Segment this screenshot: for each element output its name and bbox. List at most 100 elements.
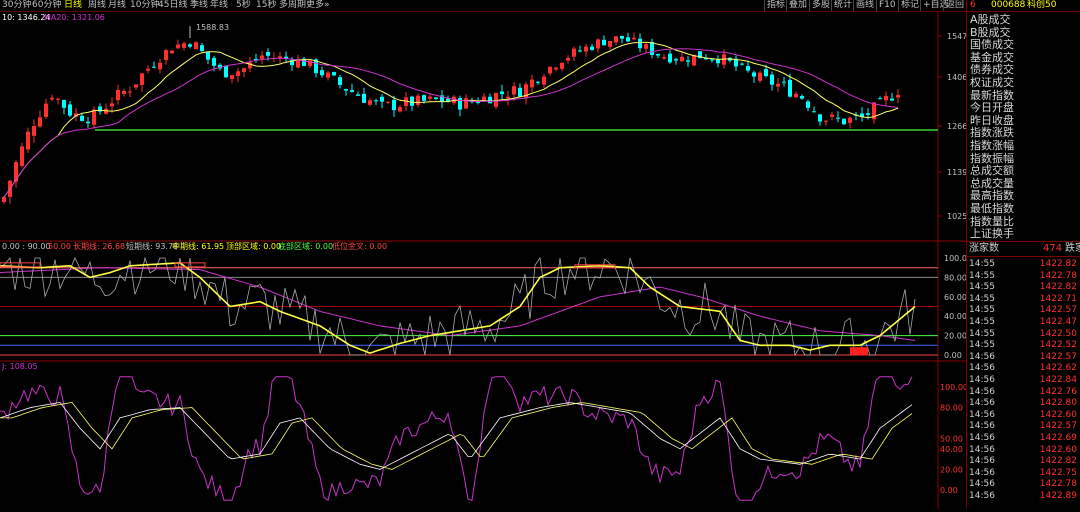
- period-tab[interactable]: 周线: [88, 0, 106, 11]
- ma20-line: [3, 48, 899, 198]
- tool-button[interactable]: F10: [876, 0, 896, 11]
- period-tab[interactable]: 15秒: [256, 0, 276, 11]
- candle-body: [56, 98, 60, 100]
- quote-field-label[interactable]: 指数涨幅: [970, 140, 1014, 152]
- period-tab[interactable]: 日线: [64, 0, 82, 11]
- tool-button[interactable]: 多股: [809, 0, 830, 11]
- quote-field-label[interactable]: A股成交: [970, 14, 1011, 26]
- indicator1-legend: 顶部区域: 0.00: [226, 241, 281, 251]
- period-tab[interactable]: 5秒: [236, 0, 251, 11]
- candle-body: [566, 57, 570, 61]
- quote-field-label[interactable]: B股成交: [970, 26, 1011, 39]
- candle-body: [866, 113, 870, 115]
- tool-button[interactable]: 画线: [853, 0, 874, 11]
- period-tab[interactable]: 季线: [190, 0, 208, 11]
- d-line: [0, 401, 913, 470]
- candle-body: [518, 87, 522, 97]
- tick-row: 14:56 1422.62: [969, 363, 1079, 374]
- quote-field-label[interactable]: 昨日收盘: [970, 114, 1014, 127]
- chart-area[interactable]: 1547 1406 1266 1139 1025 10: 1346.24 MA20: 132…: [0, 11, 968, 509]
- quote-field-label[interactable]: 权证成交: [970, 77, 1014, 89]
- candle-body: [794, 93, 798, 98]
- quote-field-label[interactable]: 债券成交: [970, 64, 1014, 76]
- candle-body: [260, 55, 264, 59]
- candle-body: [344, 89, 348, 91]
- candle-body: [386, 101, 390, 103]
- period-tab[interactable]: 10分钟: [130, 0, 159, 11]
- golden-cross-marker: [850, 347, 868, 356]
- tick-price: 1422.69: [1039, 433, 1077, 443]
- j-line: [0, 376, 913, 502]
- tick-row: 14:56 1422.57: [969, 421, 1079, 432]
- period-tab[interactable]: 多周期: [279, 0, 306, 11]
- candle-body: [764, 69, 768, 77]
- period-tab[interactable]: 年线: [210, 0, 228, 11]
- period-tab[interactable]: 月线: [108, 0, 126, 11]
- tick-price: 1422.57: [1039, 305, 1077, 316]
- candle-body: [812, 111, 816, 113]
- candle-body: [164, 50, 168, 61]
- tick-price: 1422.78: [1039, 479, 1077, 490]
- quote-name: 科创50: [1027, 0, 1057, 10]
- candle-body: [194, 42, 198, 50]
- kdj-axis-label: 50.00: [940, 435, 963, 444]
- quote-field-label[interactable]: 基金成交: [970, 51, 1014, 64]
- tick-time: 14:56: [969, 467, 995, 478]
- tool-button[interactable]: 指标: [764, 0, 785, 11]
- indicator1-legend: 短期线: 93.78: [126, 241, 178, 251]
- quote-field-label[interactable]: 总成交量: [970, 177, 1014, 190]
- candle-body: [86, 121, 90, 124]
- candle-body: [884, 96, 888, 101]
- candle-body: [152, 66, 156, 68]
- chart-canvas[interactable]: 1547140612661139102510: 1346.24MA20: 132…: [0, 11, 968, 509]
- candle-body: [638, 38, 642, 49]
- period-tab[interactable]: 30分钟: [2, 0, 31, 11]
- period-tab[interactable]: 60分钟: [32, 0, 61, 11]
- quote-field-label[interactable]: 国债成交: [970, 39, 1014, 51]
- tick-row: 14:55 1422.50: [969, 329, 1079, 340]
- indicator-panel-1: 0.00 : 90.0050.00 长期线: 26.68 短期线: 93.78中期线…: [0, 241, 967, 360]
- candle-body: [788, 79, 792, 97]
- candle-body: [392, 99, 396, 111]
- indicator-panel-2: J: 108.05 100.00 80.00 50.0040.00 20.00 0.00: [0, 362, 968, 502]
- tick-price: 1422.80: [1039, 398, 1077, 409]
- quote-field-label[interactable]: 今日开盘: [970, 102, 1014, 114]
- candle-body: [140, 73, 144, 85]
- candle-body: [620, 35, 624, 39]
- candle-body: [584, 46, 588, 52]
- candle-body: [842, 118, 846, 125]
- divider: [967, 241, 1080, 242]
- quote-field-label[interactable]: 指数涨跌: [970, 127, 1014, 139]
- tick-time: 14:56: [969, 421, 995, 432]
- indicator1-legend: 0.00 : 90.00: [2, 242, 51, 251]
- quote-field-label[interactable]: 最低指数: [970, 203, 1014, 215]
- breadth-row: 涨家数 474 跌家数: [969, 243, 1080, 255]
- candle-body: [332, 72, 336, 76]
- tick-row: 14:55 1422.71: [969, 294, 1079, 305]
- period-tab[interactable]: 更多»: [306, 0, 330, 11]
- tool-button[interactable]: 标记: [898, 0, 919, 11]
- candle-body: [662, 57, 666, 59]
- price-axis-label: 1139: [947, 168, 966, 177]
- quote-field-label[interactable]: 指数振幅: [970, 152, 1014, 165]
- tool-button[interactable]: 统计: [831, 0, 852, 11]
- quote-field-label[interactable]: 上证换手: [970, 228, 1014, 240]
- tick-time: 14:56: [969, 479, 995, 490]
- tool-button[interactable]: 返回: [943, 0, 964, 11]
- indicator1-axis-label: 60.00: [944, 293, 966, 302]
- tool-button[interactable]: 叠加: [786, 0, 807, 11]
- period-tab[interactable]: 45日线: [158, 0, 187, 11]
- quote-field-label[interactable]: 最高指数: [970, 190, 1014, 202]
- tick-time: 14:55: [969, 293, 995, 304]
- quote-field-label[interactable]: 指数量比: [970, 215, 1014, 228]
- tick-row: 14:56 1422.60: [969, 410, 1079, 421]
- kdj-axis-label: 100.00: [940, 383, 966, 392]
- quote-header[interactable]: 6 000688 科创50: [967, 0, 1080, 12]
- tick-price: 1422.82: [1039, 282, 1077, 293]
- quote-field-label[interactable]: 最新指数: [970, 89, 1014, 102]
- quote-field-label[interactable]: 总成交额: [970, 165, 1014, 177]
- candle-body: [596, 39, 600, 49]
- ma20-legend: MA20: 1321.06: [44, 13, 105, 22]
- tick-price: 1422.75: [1039, 467, 1077, 478]
- candle-body: [206, 51, 210, 60]
